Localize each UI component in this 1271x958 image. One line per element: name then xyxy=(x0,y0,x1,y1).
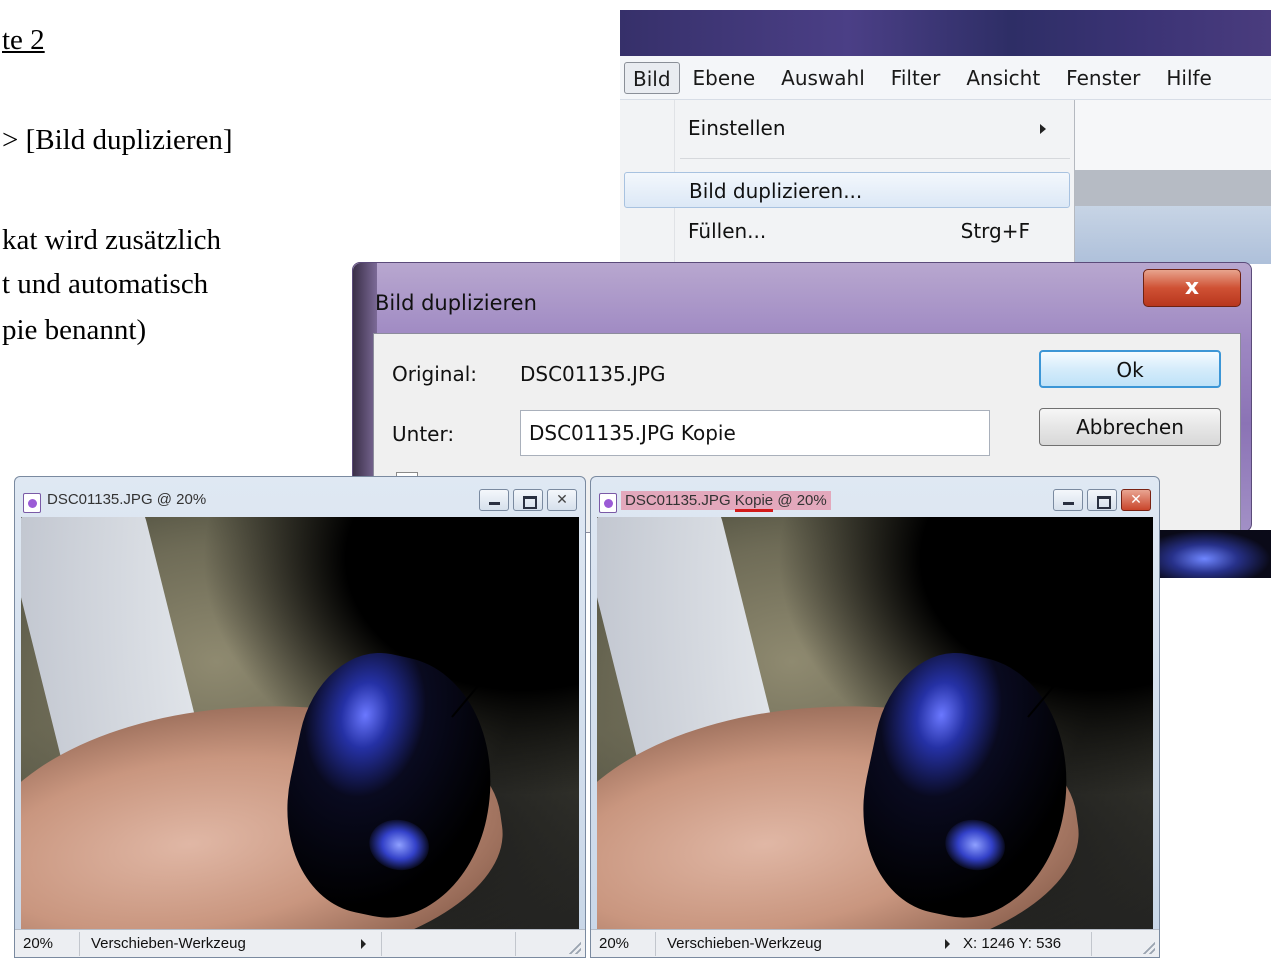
status-divider xyxy=(655,932,656,956)
butterfly-photo xyxy=(597,517,1153,931)
dialog-title: Bild duplizieren xyxy=(375,291,537,315)
photo-antenna xyxy=(1027,632,1100,718)
slide-step-text: > [Bild duplizieren] xyxy=(2,124,233,156)
menu-item-einstellen[interactable]: Einstellen xyxy=(624,110,1070,146)
menu-auswahl[interactable]: Auswahl xyxy=(768,62,878,94)
workspace-background-lower xyxy=(1075,206,1271,264)
status-divider xyxy=(381,932,382,956)
menu-fenster[interactable]: Fenster xyxy=(1053,62,1153,94)
status-menu-arrow-icon[interactable] xyxy=(945,939,950,949)
slide-heading: te 2 xyxy=(2,24,45,56)
menu-screenshot: Bild Ebene Auswahl Filter Ansicht Fenste… xyxy=(620,10,1271,264)
workspace-toolbar-strip xyxy=(1075,170,1271,206)
menu-item-bild-duplizieren[interactable]: Bild duplizieren... xyxy=(624,172,1070,208)
submenu-arrow-icon xyxy=(1040,124,1046,134)
cursor-coordinates: X: 1246 Y: 536 xyxy=(963,935,1062,952)
status-bar: 20% Verschieben-Werkzeug xyxy=(15,929,585,957)
maximize-button[interactable] xyxy=(513,489,543,511)
original-value: DSC01135.JPG xyxy=(520,362,666,386)
menu-filter[interactable]: Filter xyxy=(878,62,954,94)
butterfly-photo xyxy=(21,517,579,931)
current-tool: Verschieben-Werkzeug xyxy=(91,935,246,952)
window-title: DSC01135.JPG Kopie @ 20% xyxy=(621,491,831,512)
window-title-strip xyxy=(620,10,1271,56)
slide-note-line-1: kat wird zusätzlich xyxy=(2,224,222,256)
menu-bild[interactable]: Bild xyxy=(624,61,680,94)
unter-input[interactable]: DSC01135.JPG Kopie xyxy=(520,410,990,456)
dialog-close-button[interactable]: x xyxy=(1143,269,1241,307)
close-button[interactable]: ✕ xyxy=(547,489,577,511)
maximize-button[interactable] xyxy=(1087,489,1117,511)
slide-note-line-2: t und automatisch xyxy=(2,268,209,300)
menu-item-shortcut: Strg+F xyxy=(960,219,1030,243)
title-kopie-highlight: Kopie xyxy=(734,492,774,512)
menu-ebene[interactable]: Ebene xyxy=(680,62,769,94)
current-tool: Verschieben-Werkzeug xyxy=(667,935,822,952)
photo-antenna xyxy=(451,632,524,718)
status-divider xyxy=(79,932,80,956)
original-label: Original: xyxy=(392,362,477,386)
window-controls: ✕ xyxy=(1053,489,1151,511)
title-filename: DSC01135.JPG xyxy=(625,492,735,509)
window-title: DSC01135.JPG @ 20% xyxy=(47,491,207,508)
background-photo-fragment xyxy=(1160,530,1271,578)
minimize-button[interactable] xyxy=(479,489,509,511)
menu-item-label: Einstellen xyxy=(688,116,786,140)
zoom-level[interactable]: 20% xyxy=(599,935,629,952)
title-zoom: @ 20% xyxy=(773,492,827,509)
window-controls: ✕ xyxy=(479,489,577,511)
zoom-level[interactable]: 20% xyxy=(23,935,53,952)
bild-dropdown-menu: Einstellen Bild duplizieren... Füllen...… xyxy=(620,100,1075,264)
menubar: Bild Ebene Auswahl Filter Ansicht Fenste… xyxy=(620,56,1271,100)
slide-note-line-3: pie benannt) xyxy=(2,314,147,346)
close-button[interactable]: ✕ xyxy=(1121,489,1151,511)
menu-hilfe[interactable]: Hilfe xyxy=(1153,62,1225,94)
unter-label: Unter: xyxy=(392,422,455,446)
status-menu-arrow-icon[interactable] xyxy=(361,939,366,949)
resize-grip-icon[interactable] xyxy=(1143,942,1155,954)
minimize-button[interactable] xyxy=(1053,489,1083,511)
menu-ansicht[interactable]: Ansicht xyxy=(953,62,1053,94)
status-divider xyxy=(515,932,516,956)
ok-button[interactable]: Ok xyxy=(1039,350,1221,388)
menu-item-label: Füllen... xyxy=(688,219,767,243)
cancel-button[interactable]: Abbrechen xyxy=(1039,408,1221,446)
menu-item-label: Bild duplizieren... xyxy=(689,179,863,203)
document-icon xyxy=(599,493,617,513)
image-window-original: DSC01135.JPG @ 20% ✕ 20% Verschieben-Wer… xyxy=(14,476,586,958)
image-window-copy: DSC01135.JPG Kopie @ 20% ✕ 20% Verschieb… xyxy=(590,476,1160,958)
menu-separator xyxy=(680,158,1070,159)
status-divider xyxy=(1091,932,1092,956)
workspace-background xyxy=(1075,100,1271,170)
status-bar: 20% Verschieben-Werkzeug X: 1246 Y: 536 xyxy=(591,929,1159,957)
menu-item-fuellen[interactable]: Füllen... Strg+F xyxy=(624,213,1070,249)
resize-grip-icon[interactable] xyxy=(569,942,581,954)
document-icon xyxy=(23,493,41,513)
